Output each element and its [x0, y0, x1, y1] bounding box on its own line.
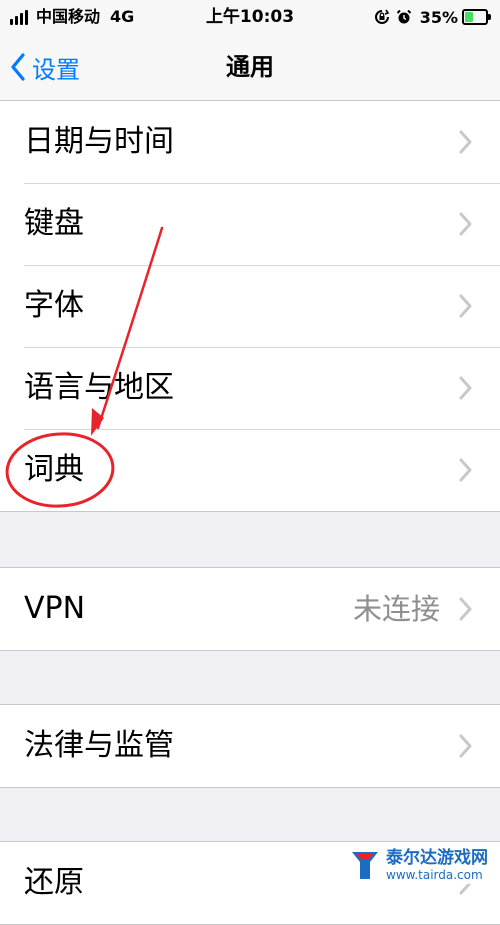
battery-charging-icon	[462, 9, 491, 25]
watermark-text: 泰尔达游戏网 www.tairda.com	[386, 848, 488, 882]
row-dictionary[interactable]: 词典	[0, 429, 500, 511]
back-button[interactable]: 设置	[10, 34, 80, 100]
row-label: 日期与时间	[24, 124, 174, 159]
back-label: 设置	[32, 55, 80, 84]
row-label: 键盘	[24, 206, 84, 241]
battery-percent: 35%	[419, 7, 458, 27]
row-date-time[interactable]: 日期与时间	[0, 101, 500, 183]
vpn-status-value: 未连接	[352, 592, 440, 626]
watermark-url: www.tairda.com	[386, 868, 483, 882]
orientation-lock-icon	[374, 9, 389, 24]
watermark-name: 泰尔达游戏网	[386, 848, 488, 868]
chevron-right-icon	[459, 294, 472, 318]
chevron-right-icon	[459, 130, 472, 154]
settings-group-general: 日期与时间 键盘 字体 语言与地区 词典	[0, 100, 500, 512]
watermark-logo-icon	[352, 852, 378, 879]
row-fonts[interactable]: 字体	[0, 265, 500, 347]
settings-group-legal: 法律与监管	[0, 704, 500, 788]
chevron-right-icon	[459, 734, 472, 758]
row-keyboard[interactable]: 键盘	[0, 183, 500, 265]
watermark: 泰尔达游戏网 www.tairda.com	[344, 846, 494, 884]
chevron-right-icon	[459, 458, 472, 482]
row-vpn[interactable]: VPN 未连接	[0, 568, 500, 650]
row-label: 字体	[24, 288, 84, 323]
status-right: 35%	[368, 6, 491, 28]
row-label: 还原	[24, 865, 84, 900]
status-bar: 中国移动 4G 上午10:03 35%	[0, 0, 500, 34]
chevron-right-icon	[459, 376, 472, 400]
alarm-icon	[396, 9, 411, 24]
chevron-right-icon	[459, 212, 472, 236]
row-label: 语言与地区	[24, 370, 174, 405]
nav-bar: 设置 通用	[0, 34, 500, 101]
row-label: VPN	[24, 591, 86, 626]
settings-group-vpn: VPN 未连接	[0, 567, 500, 651]
row-label: 词典	[24, 452, 84, 487]
chevron-right-icon	[459, 597, 472, 621]
battery-level	[465, 12, 473, 22]
row-label: 法律与监管	[24, 728, 174, 763]
chevron-left-icon	[11, 53, 25, 81]
row-language-region[interactable]: 语言与地区	[0, 347, 500, 429]
row-legal-regulatory[interactable]: 法律与监管	[0, 705, 500, 787]
